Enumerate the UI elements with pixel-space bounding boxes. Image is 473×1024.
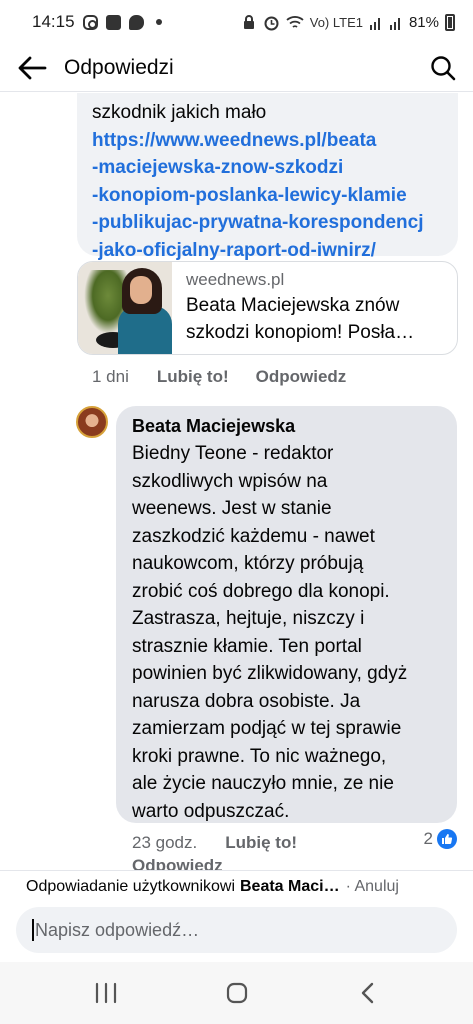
search-icon: [431, 55, 456, 80]
app-header: Odpowiedzi: [0, 44, 473, 92]
comment-line: Biedny Teone - redaktor: [132, 443, 334, 464]
comment-line: ale życie nauczyło mnie, ze nie: [132, 773, 394, 794]
battery-percent: 81%: [408, 13, 439, 31]
replying-to-bar: Odpowiadanie użytkownikowi Beata Maci… ·…: [0, 870, 473, 902]
reply-comment-actions: 23 godz. Lubię to!: [132, 829, 297, 857]
reaction-summary[interactable]: 2: [424, 829, 457, 849]
comment-line: powinien być zlikwidowany, gdyż: [132, 663, 408, 684]
reply-comment-bubble: Beata Maciejewska Biedny Teone - redakto…: [116, 406, 457, 823]
like-button[interactable]: Lubię to!: [157, 367, 229, 387]
chat-icon: [128, 14, 144, 30]
link-preview-title: Beata Maciejewska znów szkodzi konopiom!…: [186, 295, 415, 343]
comment-line: szkodliwych wpisów na: [132, 470, 328, 492]
article-link-line[interactable]: https://www.weednews.pl/beata: [92, 127, 444, 155]
back-icon: [361, 982, 373, 1004]
article-link-line[interactable]: -publikujac-prywatna-korespondencj: [92, 209, 444, 237]
status-right: Vo) LTE1 81%: [241, 13, 455, 31]
signal-icon-2: [389, 17, 400, 30]
cancel-reply-button[interactable]: · Anuluj: [346, 878, 399, 896]
comment-age: 1 dni: [92, 367, 129, 386]
arrow-left-icon: [18, 56, 47, 79]
page-title: Odpowiedzi: [64, 55, 174, 79]
comment-author[interactable]: Beata Maciejewska: [132, 413, 447, 440]
link-preview-meta: weednews.pl Beata Maciejewska znów szkod…: [172, 262, 457, 354]
comment-line: warto odpuszczać.: [132, 800, 290, 822]
home-icon: [226, 982, 247, 1004]
replies-thread[interactable]: szkodnik jakich mało https://www.weednew…: [0, 93, 473, 870]
wifi-icon: [286, 15, 304, 28]
status-bar: 14:15 Vo) LTE1 81%: [0, 0, 473, 44]
gallery-icon: [105, 14, 121, 30]
system-nav-bar: [0, 962, 473, 1024]
parent-comment-actions: 1 dni Lubię to! Odpowiedz: [92, 363, 346, 391]
like-icon: [437, 829, 457, 849]
notification-dot-icon: [155, 19, 162, 25]
article-link-line[interactable]: -konopiom-poslanka-lewicy-klamie: [92, 182, 444, 210]
comment-age: 23 godz.: [132, 833, 198, 852]
search-button[interactable]: [413, 44, 473, 92]
comment-line: zaszkodzić każdemu - nawet: [132, 525, 375, 547]
reply-input[interactable]: [35, 919, 415, 941]
instagram-icon: [82, 14, 98, 30]
recent-apps-icon: [95, 982, 116, 1004]
link-preview-image: [78, 262, 172, 354]
article-link-line[interactable]: -maciejewska-znow-szkodzi: [92, 154, 444, 182]
status-left: 14:15: [32, 12, 162, 32]
back-button[interactable]: [0, 44, 64, 92]
parent-comment-bubble: szkodnik jakich mało https://www.weednew…: [77, 93, 458, 261]
comment-line: narusza dobra osobiste. Ja: [132, 690, 361, 712]
battery-icon: [445, 13, 455, 31]
comment-line: zrobić coś dobrego dla konopi.: [132, 580, 390, 602]
replying-to-name: Beata Maci…: [240, 877, 340, 895]
comment-line: zamierzam podjąć w tej sprawie: [132, 718, 402, 739]
link-preview-card[interactable]: weednews.pl Beata Maciejewska znów szkod…: [77, 261, 458, 355]
comment-line: naukowcom, którzy próbują: [132, 553, 364, 574]
comment-line: kroki prawne. To nic ważnego,: [132, 745, 387, 767]
reply-composer[interactable]: [16, 907, 457, 953]
link-preview-domain: weednews.pl: [186, 270, 285, 289]
status-time: 14:15: [32, 12, 75, 31]
comment-line: strasznie kłamie. Ten portal: [132, 635, 362, 657]
avatar[interactable]: [76, 406, 108, 438]
parent-comment-text: szkodnik jakich mało: [92, 102, 267, 123]
home-button[interactable]: [207, 970, 267, 1016]
comment-line: weenews. Jest w stanie: [132, 498, 332, 519]
alarm-lock-icon: [243, 15, 254, 29]
text-cursor: [32, 919, 34, 941]
recent-apps-button[interactable]: [76, 970, 136, 1016]
article-link-line[interactable]: -jako-oficjalny-raport-od-iwnirz/: [92, 237, 444, 265]
reply-button[interactable]: Odpowiedz: [256, 367, 347, 387]
system-back-button[interactable]: [338, 970, 398, 1016]
signal-icon: [369, 17, 380, 30]
comment-line: Zastrasza, hejtuje, niszczy i: [132, 608, 365, 629]
reaction-count: 2: [423, 829, 433, 848]
like-button[interactable]: Lubię to!: [225, 833, 297, 853]
volte-label: Vo) LTE1: [309, 14, 363, 30]
alarm-icon: [264, 16, 279, 30]
replying-to-label: Odpowiadanie użytkownikowi: [26, 877, 235, 895]
reply-button[interactable]: Odpowiedz: [132, 855, 223, 870]
